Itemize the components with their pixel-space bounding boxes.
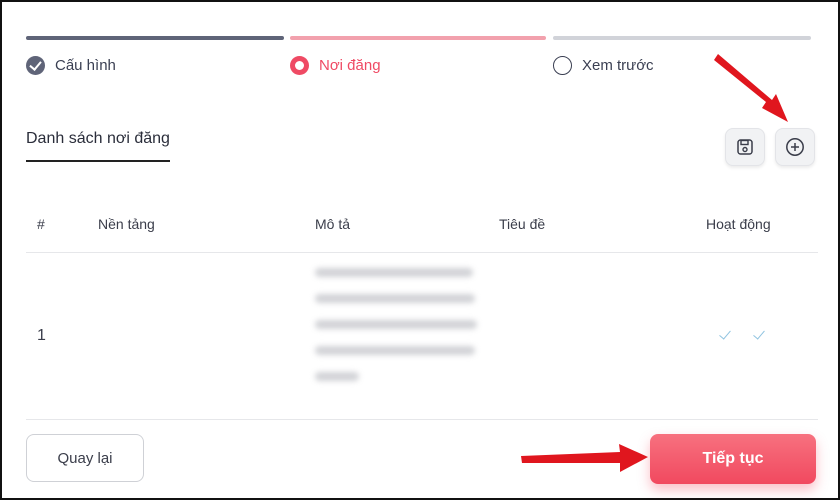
radio-empty-icon	[553, 56, 572, 75]
add-destination-button[interactable]	[775, 128, 815, 166]
step-destination[interactable]: Nơi đăng	[290, 56, 381, 75]
plus-circle-icon	[786, 138, 804, 156]
column-header-title: Tiêu đề	[499, 216, 546, 232]
radio-active-icon	[290, 56, 309, 75]
annotation-arrows	[521, 54, 788, 472]
step-progress-bar-destination	[290, 36, 546, 40]
arrow-to-add-button-icon	[714, 54, 788, 122]
check-icon	[752, 328, 768, 340]
check-icon	[718, 328, 734, 340]
section-title: Danh sách nơi đăng	[26, 130, 170, 162]
step-label: Nơi đăng	[319, 57, 381, 74]
column-header-platform: Nền tảng	[98, 216, 155, 232]
column-header-description: Mô tả	[315, 216, 351, 232]
save-button[interactable]	[725, 128, 765, 166]
active-status	[718, 328, 768, 340]
save-icon	[737, 139, 753, 155]
post-destination-panel: Cấu hình Nơi đăng Xem trước Danh sách nơ…	[0, 0, 840, 500]
step-progress-bar-preview	[553, 36, 811, 40]
step-progress-bar-config	[26, 36, 284, 40]
check-circle-icon	[26, 56, 45, 75]
column-header-index: #	[37, 216, 45, 232]
step-preview[interactable]: Xem trước	[553, 56, 654, 75]
continue-button[interactable]: Tiếp tục	[650, 434, 816, 484]
blurred-description	[315, 268, 483, 398]
step-config[interactable]: Cấu hình	[26, 56, 116, 75]
table-row-index: 1	[37, 327, 46, 344]
arrow-to-continue-button-icon	[521, 444, 648, 472]
table-divider	[26, 419, 818, 420]
back-button[interactable]: Quay lại	[26, 434, 144, 482]
table-divider	[26, 252, 818, 253]
column-header-active: Hoạt động	[706, 216, 771, 232]
step-label: Cấu hình	[55, 57, 116, 74]
step-label: Xem trước	[582, 57, 654, 74]
